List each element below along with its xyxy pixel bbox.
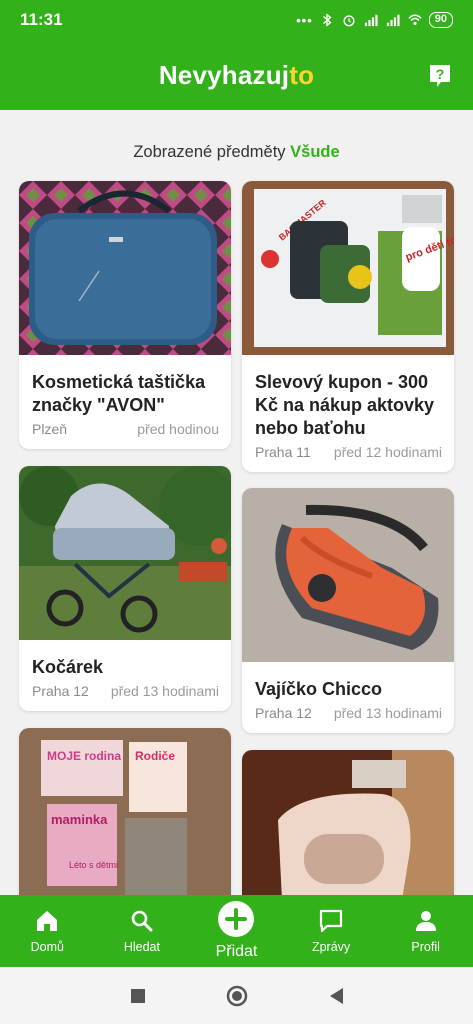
nav-profile-label: Profil bbox=[411, 940, 440, 954]
item-title: Vajíčko Chicco bbox=[255, 679, 383, 699]
item-card[interactable]: Vajíčko Chicco Praha 12 před 13 hodinami bbox=[242, 488, 454, 733]
item-title: Slevový kupon - 300 Kč na nákup aktovky … bbox=[255, 372, 435, 438]
item-time: před 13 hodinami bbox=[110, 683, 219, 699]
system-nav-bar bbox=[0, 967, 473, 1024]
item-meta: Plzeň před hodinou bbox=[19, 421, 231, 449]
status-time: 11:31 bbox=[20, 10, 63, 29]
nav-messages-label: Zprávy bbox=[311, 940, 351, 954]
item-location: Plzeň bbox=[32, 421, 68, 437]
nav-home-label: Domů bbox=[30, 940, 64, 954]
logo-accent-text: to bbox=[289, 59, 315, 90]
app-logo: Nevyhazujto bbox=[159, 60, 314, 91]
magazine-4-text: Léto s dětmi bbox=[69, 860, 118, 870]
magazine-3-text: maminka bbox=[51, 812, 108, 827]
item-photo: BAGMASTER pro děti to nejlepší bbox=[242, 181, 454, 355]
item-photo bbox=[19, 181, 231, 355]
nav-search-label: Hledat bbox=[123, 940, 160, 954]
item-time: před 12 hodinami bbox=[333, 444, 442, 460]
filter-value[interactable]: Všude bbox=[290, 143, 340, 161]
filter-label: Zobrazené předměty bbox=[133, 143, 286, 161]
item-time: před hodinou bbox=[137, 421, 219, 437]
search-icon bbox=[131, 910, 153, 932]
item-time: před 13 hodinami bbox=[333, 705, 442, 721]
bottom-nav: Domů Hledat Přidat Zprávy Profil bbox=[0, 895, 473, 967]
nav-messages[interactable]: Zprávy bbox=[284, 895, 379, 967]
item-location: Praha 12 bbox=[255, 705, 312, 721]
nav-home[interactable]: Domů bbox=[0, 895, 95, 967]
bluetooth-icon bbox=[322, 13, 332, 27]
signal-icon-2 bbox=[386, 14, 400, 27]
item-title: Kočárek bbox=[32, 657, 104, 677]
nav-profile[interactable]: Profil bbox=[378, 895, 473, 967]
message-icon bbox=[319, 909, 343, 933]
item-title: Kosmetická taštička značky "AVON" bbox=[32, 372, 206, 415]
wifi-icon bbox=[408, 14, 422, 26]
filter-line: Zobrazené předměty Všude bbox=[0, 143, 473, 162]
item-meta: Praha 12 před 13 hodinami bbox=[19, 683, 231, 711]
status-icons: ••• 90 bbox=[296, 12, 453, 28]
more-icon: ••• bbox=[296, 12, 313, 28]
alarm-icon bbox=[343, 15, 355, 27]
nav-add-label: Přidat bbox=[215, 943, 258, 960]
item-meta: Praha 11 před 12 hodinami bbox=[242, 444, 454, 472]
item-photo bbox=[242, 488, 454, 662]
status-bar: 11:31 ••• 90 bbox=[0, 0, 473, 40]
nav-search[interactable]: Hledat bbox=[95, 895, 190, 967]
item-card[interactable]: Kočárek Praha 12 před 13 hodinami bbox=[19, 466, 231, 711]
item-photo bbox=[19, 466, 231, 640]
magazine-2-text: Rodiče bbox=[135, 749, 175, 763]
back-icon[interactable] bbox=[328, 987, 344, 1005]
app-bar: Nevyhazujto ? bbox=[0, 40, 473, 110]
help-icon[interactable]: ? bbox=[429, 64, 451, 88]
recents-icon[interactable] bbox=[130, 988, 146, 1004]
home-circle-icon[interactable] bbox=[226, 985, 248, 1007]
item-meta: Praha 12 před 13 hodinami bbox=[242, 705, 454, 733]
profile-icon bbox=[415, 911, 436, 931]
battery-indicator: 90 bbox=[428, 12, 453, 28]
nav-add[interactable]: Přidat bbox=[189, 895, 284, 967]
item-location: Praha 11 bbox=[255, 444, 311, 460]
signal-icon bbox=[364, 14, 378, 27]
svg-text:?: ? bbox=[436, 66, 445, 82]
logo-text: Nevyhazuj bbox=[158, 59, 290, 90]
home-icon bbox=[37, 911, 58, 931]
item-card[interactable]: Kosmetická taštička značky "AVON" Plzeň … bbox=[19, 181, 231, 449]
item-location: Praha 12 bbox=[32, 683, 89, 699]
magazine-1-text: MOJE rodina bbox=[47, 749, 121, 763]
add-icon bbox=[218, 901, 255, 937]
item-card[interactable]: BAGMASTER pro děti to nejlepší Slevový k… bbox=[242, 181, 454, 472]
